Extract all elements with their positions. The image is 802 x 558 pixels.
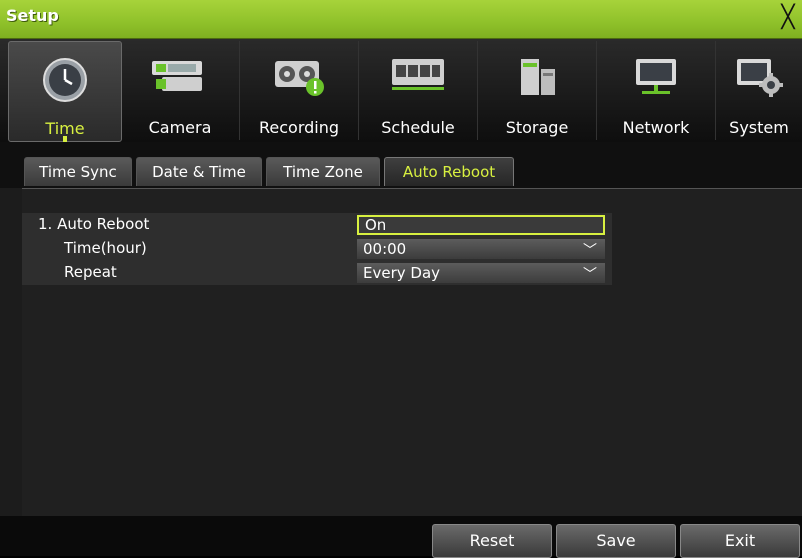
chevron-down-icon: ﹀ (583, 243, 597, 259)
storage-icon (521, 59, 555, 95)
toolbar-label-system: System (729, 118, 789, 137)
repeat-value: Every Day (363, 264, 441, 282)
toolbar-item-recording[interactable]: Recording (240, 41, 359, 140)
tab-auto-reboot[interactable]: Auto Reboot (384, 157, 514, 186)
toolbar-label-storage: Storage (505, 118, 569, 137)
footer-bar: Reset Save Exit (0, 516, 802, 558)
tab-bar: Time Sync Date & Time Time Zone Auto Reb… (0, 142, 802, 188)
toolbar-label-camera: Camera (148, 118, 212, 137)
network-icon (636, 59, 676, 94)
toolbar-item-storage[interactable]: Storage (478, 41, 597, 140)
save-button[interactable]: Save (556, 524, 676, 558)
auto-reboot-label: 1. Auto Reboot (38, 215, 150, 233)
tab-date-time[interactable]: Date & Time (136, 157, 262, 186)
schedule-icon (392, 59, 444, 90)
toolbar-item-time[interactable]: Time (8, 41, 122, 142)
window-title: Setup (6, 6, 59, 25)
reset-button[interactable]: Reset (432, 524, 552, 558)
setting-row-auto-reboot: 1. Auto Reboot On (22, 213, 612, 237)
chevron-down-icon: ﹀ (583, 267, 597, 283)
close-icon[interactable]: ╳ (776, 4, 800, 32)
clock-icon (43, 58, 87, 102)
toolbar-label-schedule: Schedule (381, 118, 455, 137)
toolbar-label-network: Network (622, 118, 690, 137)
recording-icon (275, 61, 324, 96)
toolbar-item-camera[interactable]: Camera (121, 41, 240, 140)
setup-window: Setup ╳ Time Camera Recording Schedule S… (0, 0, 802, 558)
exit-button[interactable]: Exit (680, 524, 800, 558)
repeat-dropdown[interactable]: Every Day ﹀ (357, 263, 605, 283)
tab-time-sync[interactable]: Time Sync (24, 157, 132, 186)
time-hour-value: 00:00 (363, 240, 407, 258)
category-toolbar: Time Camera Recording Schedule Storage N… (0, 39, 802, 142)
setting-row-repeat: Repeat Every Day ﹀ (22, 261, 612, 285)
repeat-label: Repeat (64, 263, 117, 281)
camera-icon (152, 61, 202, 91)
tab-time-zone[interactable]: Time Zone (266, 157, 380, 186)
setting-row-time-hour: Time(hour) 00:00 ﹀ (22, 237, 612, 261)
toolbar-item-system[interactable]: System (716, 41, 802, 140)
auto-reboot-toggle[interactable]: On (357, 215, 605, 235)
toolbar-label-recording: Recording (258, 118, 340, 137)
time-hour-label: Time(hour) (64, 239, 147, 257)
title-bar: Setup ╳ (0, 0, 802, 39)
system-icon (737, 59, 783, 97)
settings-panel: 1. Auto Reboot On Time(hour) 00:00 ﹀ Rep… (22, 188, 802, 517)
toolbar-item-network[interactable]: Network (597, 41, 716, 140)
toolbar-item-schedule[interactable]: Schedule (359, 41, 478, 140)
time-hour-dropdown[interactable]: 00:00 ﹀ (357, 239, 605, 259)
